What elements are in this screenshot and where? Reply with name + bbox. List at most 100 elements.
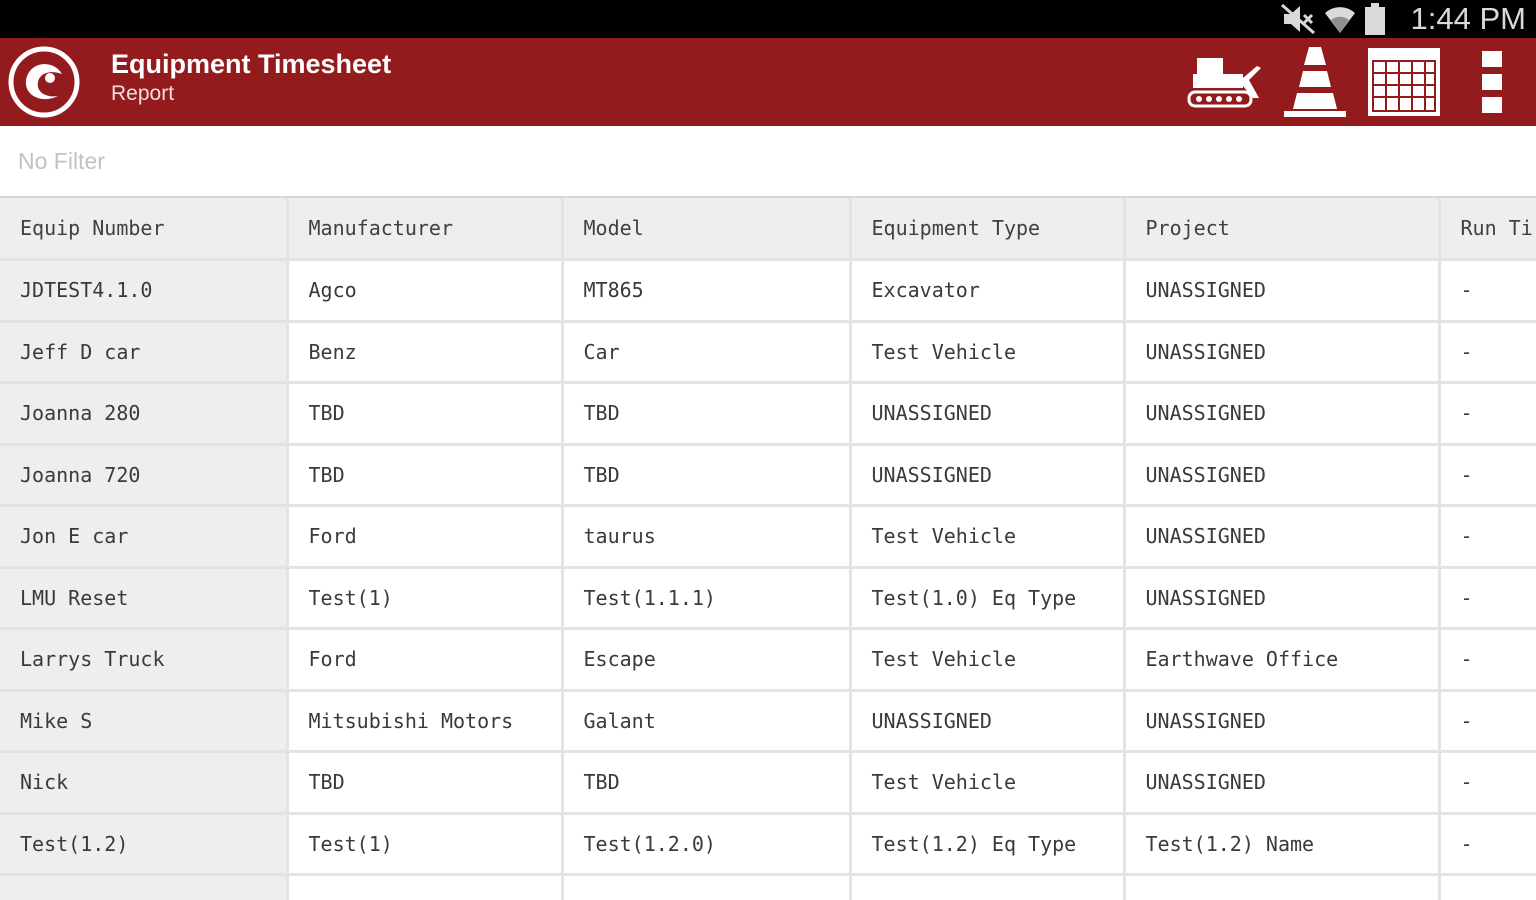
table-cell: [1124, 874, 1441, 900]
table-cell: UNASSIGNED: [1124, 444, 1441, 507]
table-cell: -: [1439, 628, 1536, 692]
app-logo[interactable]: [6, 44, 82, 120]
table-cell: Earthwave Office: [1124, 628, 1441, 692]
calendar-button[interactable]: [1364, 42, 1444, 122]
project-button[interactable]: [1280, 42, 1350, 122]
table-cell: MT865: [562, 259, 852, 323]
table-cell: UNASSIGNED: [1124, 321, 1441, 384]
table-cell: Jeff D car: [0, 321, 289, 384]
table-cell: UNASSIGNED: [850, 382, 1126, 446]
page-title: Equipment Timesheet: [111, 49, 392, 79]
table-cell: Test(1.2.0): [562, 813, 852, 876]
table-cell: Car: [562, 321, 852, 384]
column-header[interactable]: Run Ti: [1439, 198, 1536, 261]
table-cell: Joanna 720: [0, 444, 289, 507]
table-header-row: Equip Number Manufacturer Model Equipmen…: [0, 198, 1536, 261]
table-cell: -: [1439, 567, 1536, 630]
table-row[interactable]: [0, 874, 1536, 900]
table-cell: Mike S: [0, 690, 289, 753]
status-icons: [1280, 2, 1386, 36]
table-cell: Test(1.2) Name: [1124, 813, 1441, 876]
page-subtitle: Report: [111, 82, 175, 105]
table-cell: TBD: [287, 751, 564, 815]
table-cell: Excavator: [850, 259, 1126, 323]
report-table: Equip Number Manufacturer Model Equipmen…: [0, 198, 1536, 900]
table-row[interactable]: Joanna 280 TBD TBD UNASSIGNED UNASSIGNED…: [0, 382, 1536, 446]
table-cell: -: [1439, 321, 1536, 384]
mute-icon: [1281, 3, 1315, 35]
equipment-button[interactable]: [1186, 42, 1266, 122]
table-cell: UNASSIGNED: [1124, 690, 1441, 753]
table-cell: UNASSIGNED: [850, 690, 1126, 753]
table-cell: Test Vehicle: [850, 321, 1126, 384]
table-cell: TBD: [562, 444, 852, 507]
table-row[interactable]: Jeff D car Benz Car Test Vehicle UNASSIG…: [0, 321, 1536, 384]
table-cell: Mitsubishi Motors: [287, 690, 564, 753]
table-cell: Test(1.0) Eq Type: [850, 567, 1126, 630]
table-cell: UNASSIGNED: [850, 444, 1126, 507]
table-cell: TBD: [562, 382, 852, 446]
table-cell: -: [1439, 505, 1536, 569]
calendar-icon: [1368, 48, 1440, 116]
table-cell: [287, 874, 564, 900]
table-cell: Jon E car: [0, 505, 289, 569]
table-cell: UNASSIGNED: [1124, 505, 1441, 569]
table-cell: -: [1439, 751, 1536, 815]
table-cell: Joanna 280: [0, 382, 289, 446]
filter-label: No Filter: [18, 148, 105, 174]
table-cell: Test(1.2) Eq Type: [850, 813, 1126, 876]
column-header[interactable]: Equip Number: [0, 198, 289, 261]
filter-bar[interactable]: No Filter: [0, 126, 1536, 198]
column-header[interactable]: Project: [1124, 198, 1441, 261]
table-cell: Test Vehicle: [850, 505, 1126, 569]
table-cell: Test(1): [287, 567, 564, 630]
status-time: 1:44 PM: [1410, 1, 1526, 36]
table-cell: Nick: [0, 751, 289, 815]
column-header[interactable]: Equipment Type: [850, 198, 1126, 261]
table-cell: TBD: [562, 751, 852, 815]
column-header[interactable]: Model: [562, 198, 852, 261]
table-row[interactable]: JDTEST4.1.0 Agco MT865 Excavator UNASSIG…: [0, 259, 1536, 323]
table-cell: Test(1.2): [0, 813, 289, 876]
table-cell: Galant: [562, 690, 852, 753]
table-cell: LMU Reset: [0, 567, 289, 630]
overflow-menu-button[interactable]: [1468, 42, 1516, 122]
table-row[interactable]: LMU Reset Test(1) Test(1.1.1) Test(1.0) …: [0, 567, 1536, 630]
table-row[interactable]: Test(1.2) Test(1) Test(1.2.0) Test(1.2) …: [0, 813, 1536, 876]
column-header[interactable]: Manufacturer: [287, 198, 564, 261]
table-row[interactable]: Mike S Mitsubishi Motors Galant UNASSIGN…: [0, 690, 1536, 753]
wifi-icon: [1325, 7, 1355, 34]
table-cell: Escape: [562, 628, 852, 692]
table-row[interactable]: Nick TBD TBD Test Vehicle UNASSIGNED -: [0, 751, 1536, 815]
table-cell: -: [1439, 690, 1536, 753]
table-cell: -: [1439, 444, 1536, 507]
bulldozer-icon: [1187, 58, 1261, 108]
table-cell: Test Vehicle: [850, 751, 1126, 815]
table-cell: [1439, 874, 1536, 900]
table-cell: Test(1.1.1): [562, 567, 852, 630]
table-row[interactable]: Jon E car Ford taurus Test Vehicle UNASS…: [0, 505, 1536, 569]
traffic-cone-icon: [1284, 47, 1346, 117]
table-cell: [850, 874, 1126, 900]
table-cell: -: [1439, 813, 1536, 876]
table-cell: Ford: [287, 628, 564, 692]
table-row[interactable]: Joanna 720 TBD TBD UNASSIGNED UNASSIGNED…: [0, 444, 1536, 507]
action-bar: Equipment Timesheet Report: [0, 38, 1536, 126]
app-logo-icon: [8, 46, 80, 118]
battery-icon: [1365, 3, 1385, 35]
table-cell: Larrys Truck: [0, 628, 289, 692]
overflow-menu-icon: [1482, 51, 1502, 113]
table-cell: [0, 874, 289, 900]
table-cell: JDTEST4.1.0: [0, 259, 289, 323]
table-cell: Ford: [287, 505, 564, 569]
table-cell: [562, 874, 852, 900]
table-cell: TBD: [287, 444, 564, 507]
table-cell: Test(1): [287, 813, 564, 876]
table-row[interactable]: Larrys Truck Ford Escape Test Vehicle Ea…: [0, 628, 1536, 692]
table-cell: UNASSIGNED: [1124, 751, 1441, 815]
table-cell: TBD: [287, 382, 564, 446]
table-cell: UNASSIGNED: [1124, 567, 1441, 630]
table-cell: taurus: [562, 505, 852, 569]
table-cell: Test Vehicle: [850, 628, 1126, 692]
report-table-container[interactable]: Equip Number Manufacturer Model Equipmen…: [0, 198, 1536, 900]
